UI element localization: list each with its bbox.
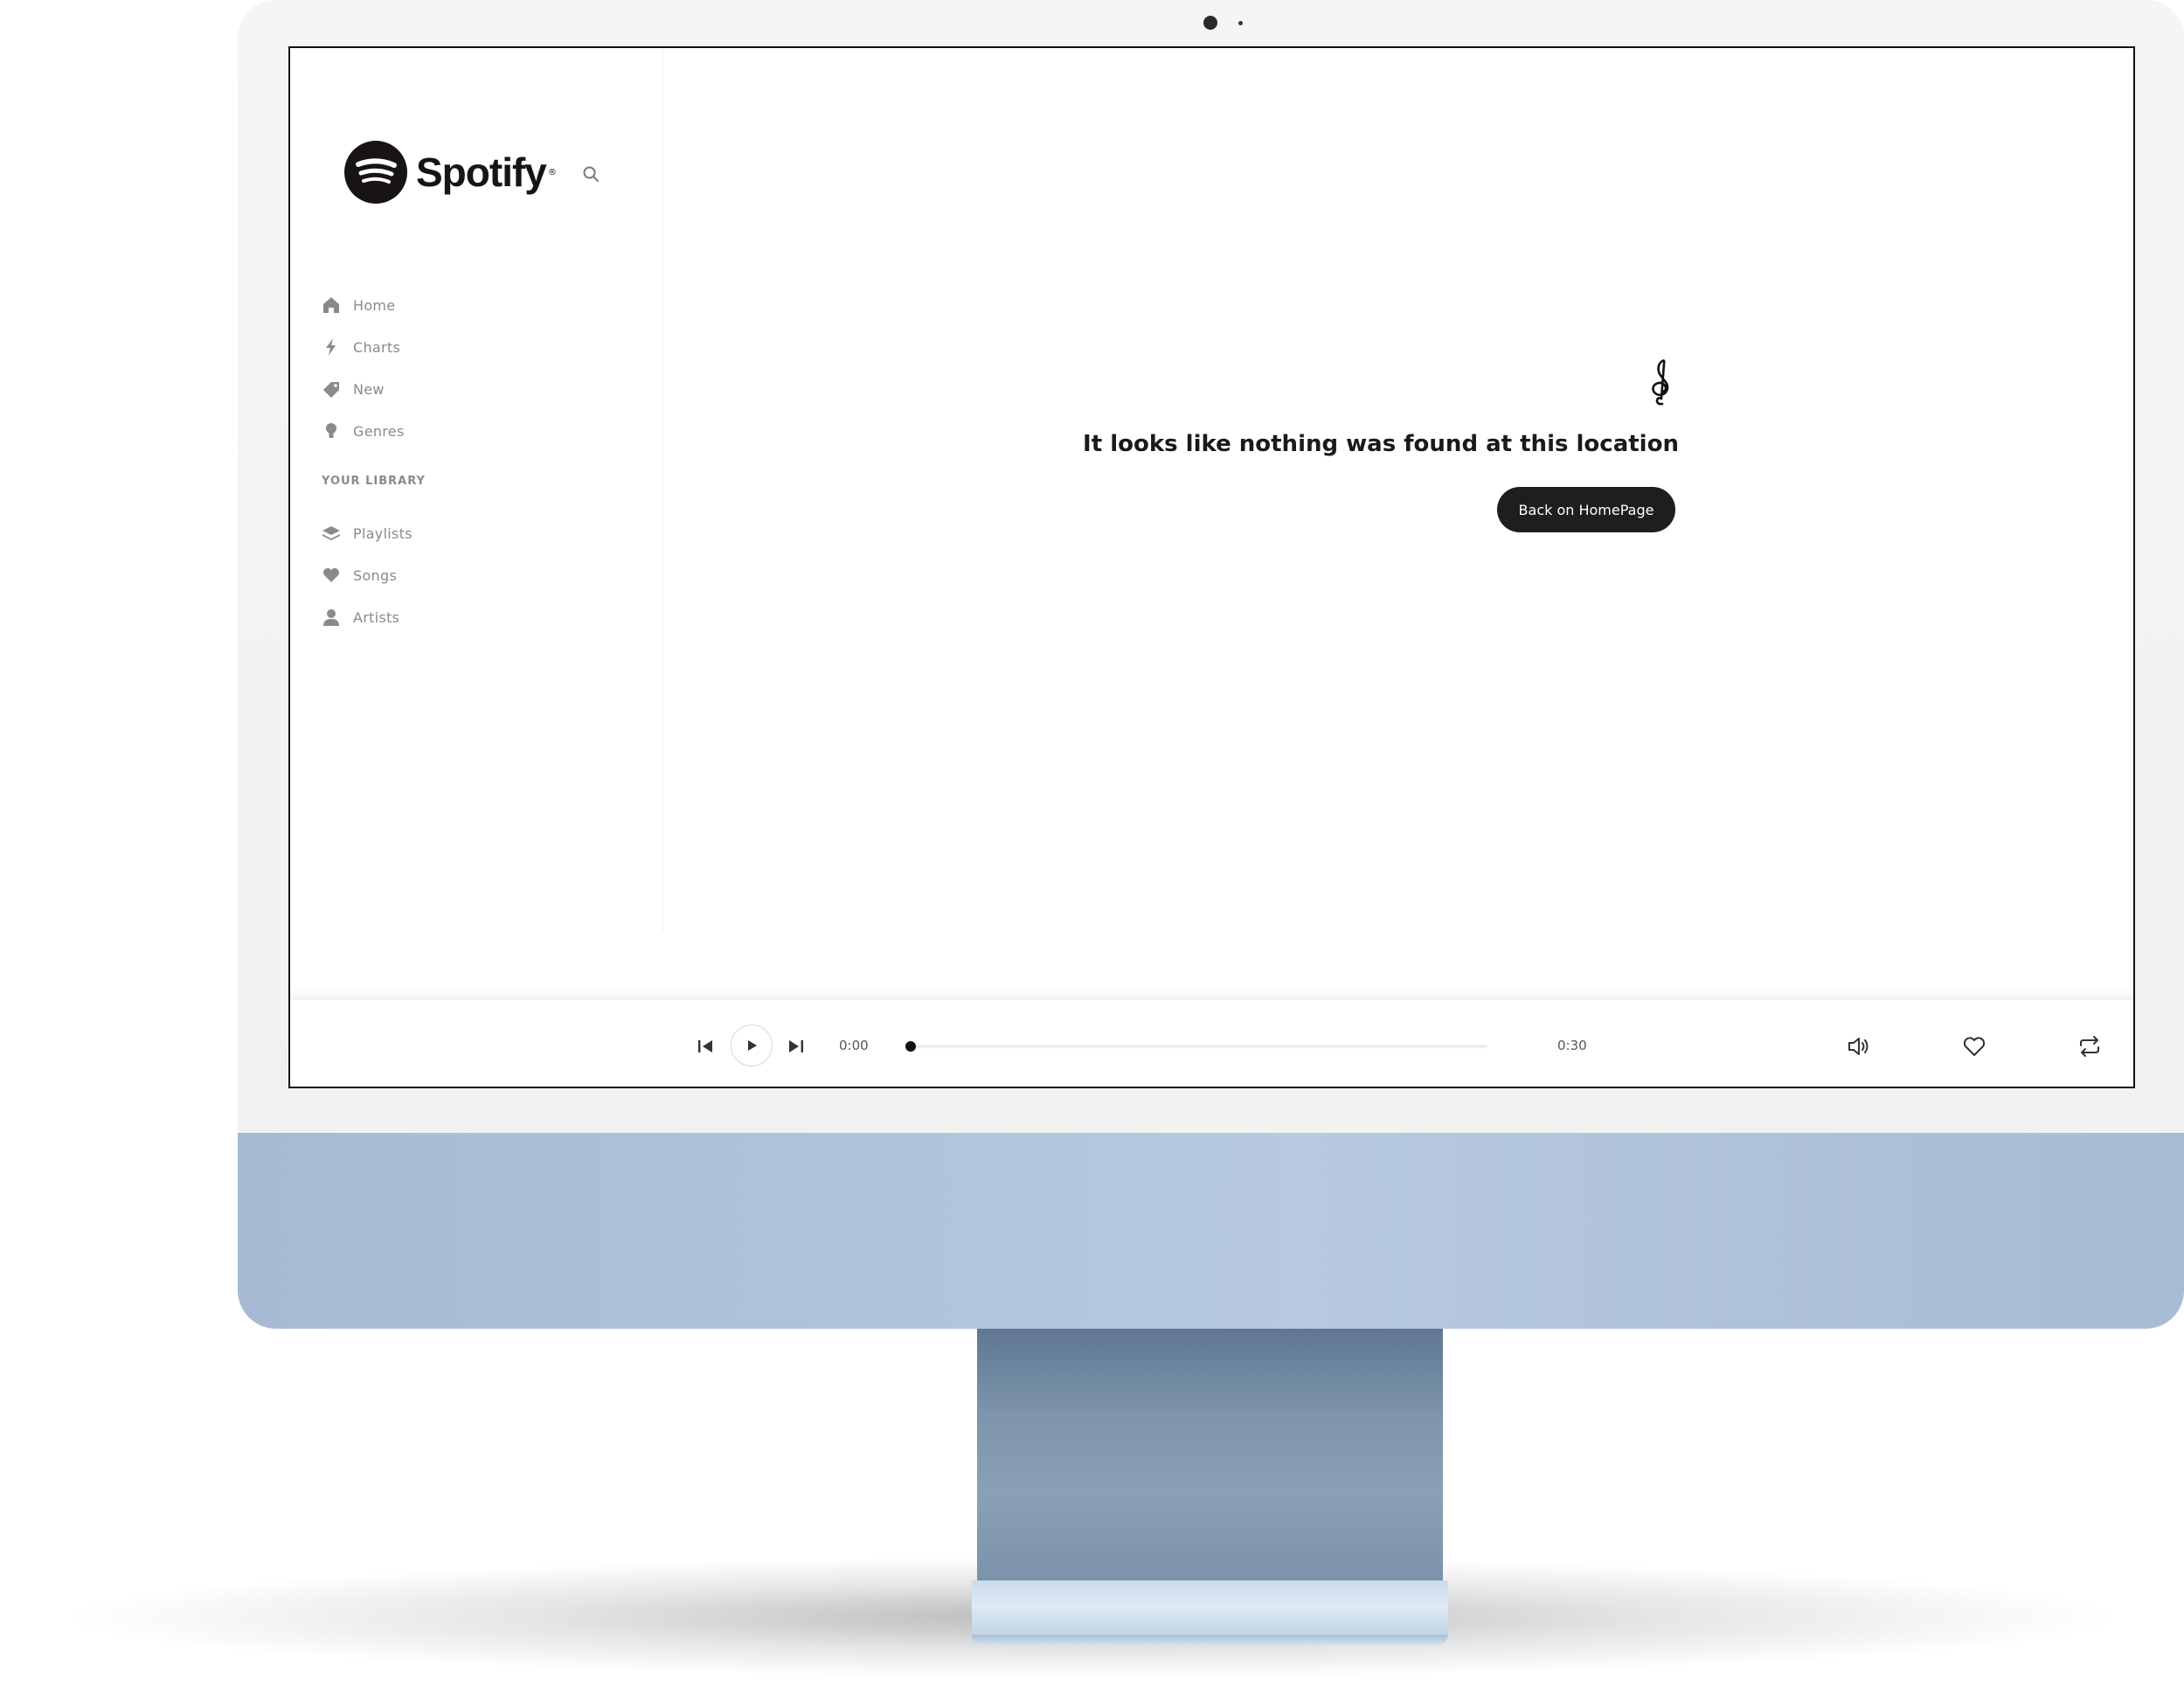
spotify-logo[interactable]: Spotify ® [344, 141, 557, 204]
treble-clef-icon [1642, 358, 1681, 407]
nav-label: Artists [353, 608, 400, 626]
layers-icon [322, 524, 341, 543]
brand-name: Spotify [416, 149, 547, 195]
current-time: 0:00 [839, 1038, 869, 1053]
home-icon [322, 295, 341, 315]
nav-item-home[interactable]: Home [322, 284, 405, 326]
progress-track[interactable] [905, 1041, 1487, 1052]
registered-mark-icon: ® [547, 167, 557, 177]
camera-icon [1203, 16, 1217, 30]
nav-item-genres[interactable]: Genres [322, 410, 405, 452]
nav-label: Songs [353, 566, 398, 584]
nav-item-playlists[interactable]: Playlists [322, 512, 413, 554]
monitor-stand-lip [972, 1635, 1448, 1645]
heart-icon [322, 566, 341, 585]
nav-label: Playlists [353, 524, 413, 542]
nav-item-artists[interactable]: Artists [322, 596, 413, 638]
screen: Spotify ® Home Charts New Genres YOUR LI… [288, 46, 2135, 1088]
progress-handle[interactable] [905, 1041, 916, 1052]
lightbulb-icon [322, 421, 341, 441]
heart-icon[interactable] [1961, 1033, 1987, 1059]
main-content: It looks like nothing was found at this … [663, 48, 2133, 931]
spotify-logo-icon [344, 141, 407, 204]
nav-item-new[interactable]: New [322, 368, 405, 410]
tag-icon [322, 379, 341, 399]
monitor-chin [238, 1133, 2184, 1329]
search-icon[interactable] [582, 165, 600, 183]
play-button[interactable] [731, 1025, 773, 1066]
skip-back-icon[interactable] [694, 1035, 717, 1058]
back-home-button[interactable]: Back on HomePage [1497, 487, 1675, 532]
library-heading: YOUR LIBRARY [322, 475, 426, 488]
not-found-message: It looks like nothing was found at this … [1083, 431, 1679, 457]
total-time: 0:30 [1557, 1038, 1587, 1053]
nav-label: Genres [353, 422, 405, 440]
nav-item-charts[interactable]: Charts [322, 326, 405, 368]
nav-label: Home [353, 296, 396, 314]
nav-label: Charts [353, 338, 401, 356]
volume-icon[interactable] [1846, 1033, 1872, 1059]
player-bar: 0:00 0:30 [290, 999, 2133, 1087]
sidebar: Spotify ® Home Charts New Genres YOUR LI… [290, 48, 663, 931]
nav-item-songs[interactable]: Songs [322, 554, 413, 596]
play-icon [748, 1040, 757, 1051]
nav-label: New [353, 380, 385, 398]
device-mockup: Spotify ® Home Charts New Genres YOUR LI… [0, 0, 2184, 1688]
monitor-stand-neck [977, 1327, 1443, 1582]
camera-sensor-icon [1238, 21, 1243, 25]
main-nav: Home Charts New Genres [322, 284, 405, 452]
library-nav: Playlists Songs Artists [322, 512, 413, 638]
repeat-icon[interactable] [2077, 1033, 2103, 1059]
skip-forward-icon[interactable] [785, 1035, 808, 1058]
lightning-icon [322, 337, 341, 357]
user-icon [322, 608, 341, 627]
